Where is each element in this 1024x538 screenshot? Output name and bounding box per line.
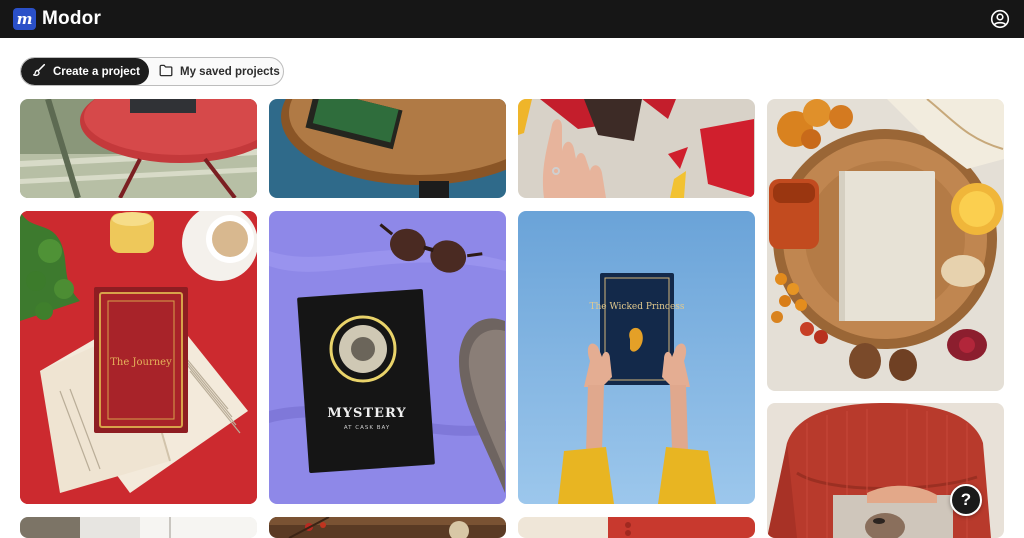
- gallery-tile[interactable]: [269, 517, 506, 538]
- gallery-tile[interactable]: The Journey: [20, 211, 257, 504]
- folder-icon: [159, 64, 173, 80]
- help-button[interactable]: ?: [950, 484, 982, 516]
- gallery-tile[interactable]: [20, 517, 257, 538]
- gallery-tile[interactable]: [269, 99, 506, 198]
- top-bar: m Modor: [0, 0, 1024, 38]
- user-circle-icon[interactable]: [990, 9, 1010, 29]
- gallery-tile[interactable]: The Wicked Princess: [518, 211, 755, 504]
- tab-create-project[interactable]: Create a project: [21, 58, 149, 85]
- brush-icon: [32, 63, 46, 80]
- tab-saved-projects-label: My saved projects: [180, 65, 280, 78]
- modor-logo-icon: m: [13, 8, 36, 30]
- book-cover-title: The Wicked Princess: [589, 302, 684, 312]
- gallery-tile[interactable]: [767, 99, 1004, 391]
- gallery-tile[interactable]: [518, 517, 755, 538]
- brand-name: Modor: [42, 8, 102, 29]
- brand[interactable]: m Modor: [13, 8, 101, 30]
- gallery-tile[interactable]: MYSTERY AT CASK BAY: [269, 211, 506, 504]
- gallery-tile[interactable]: [767, 403, 1004, 538]
- tab-create-project-label: Create a project: [53, 65, 140, 78]
- project-tabs: Create a project My saved projects: [20, 57, 284, 86]
- tab-saved-projects[interactable]: My saved projects: [149, 58, 283, 85]
- gallery-tile[interactable]: garden-table-book: [20, 99, 257, 198]
- book-cover-subtitle: AT CASK BAY: [344, 425, 390, 431]
- gallery-tile[interactable]: [518, 99, 755, 198]
- book-cover-title: The Journey: [110, 357, 172, 368]
- book-cover-title: MYSTERY: [327, 406, 406, 421]
